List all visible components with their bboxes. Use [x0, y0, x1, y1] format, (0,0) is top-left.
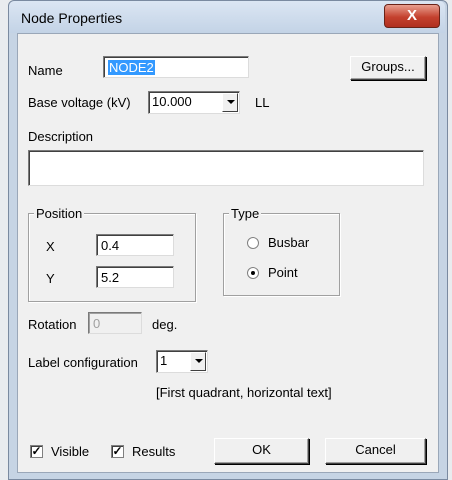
- label-config-value: 1: [160, 353, 168, 368]
- close-button[interactable]: X: [384, 4, 440, 28]
- visible-label[interactable]: Visible: [51, 444, 89, 459]
- results-label[interactable]: Results: [132, 444, 175, 459]
- y-input[interactable]: 5.2: [96, 266, 174, 288]
- name-label: Name: [28, 63, 63, 78]
- close-icon: X: [406, 7, 417, 24]
- cancel-button[interactable]: Cancel: [325, 438, 426, 464]
- ok-button[interactable]: OK: [214, 438, 309, 464]
- dialog-title: Node Properties: [21, 10, 123, 26]
- point-radio[interactable]: [247, 267, 259, 279]
- busbar-label[interactable]: Busbar: [268, 235, 309, 250]
- x-input[interactable]: 0.4: [96, 234, 174, 256]
- rotation-input: 0: [88, 312, 142, 334]
- y-label: Y: [46, 271, 55, 286]
- dialog-body: Name NODE2 Groups... Base voltage (kV) 1…: [17, 33, 439, 473]
- name-input[interactable]: NODE2: [103, 56, 249, 78]
- title-bar[interactable]: Node Properties X: [9, 1, 445, 33]
- rotation-label: Rotation: [28, 317, 77, 332]
- position-group-title: Position: [34, 206, 85, 221]
- type-group-title: Type: [229, 206, 262, 221]
- label-config-hint: [First quadrant, horizontal text]: [156, 385, 332, 400]
- description-label: Description: [28, 129, 94, 144]
- point-label[interactable]: Point: [268, 265, 298, 280]
- label-config-label: Label configuration: [28, 355, 138, 370]
- base-voltage-combo[interactable]: 10.000: [148, 91, 240, 114]
- voltage-suffix: LL: [255, 95, 270, 110]
- chevron-down-icon[interactable]: [190, 352, 206, 371]
- rotation-unit: deg.: [152, 317, 178, 332]
- x-label: X: [46, 239, 55, 254]
- position-group: [28, 213, 196, 302]
- chevron-down-icon[interactable]: [222, 93, 238, 112]
- description-input[interactable]: [28, 150, 424, 186]
- type-group: [223, 213, 340, 296]
- node-properties-dialog: Node Properties X Name NODE2 Groups... B…: [8, 0, 448, 480]
- visible-checkbox[interactable]: ✓: [30, 445, 43, 458]
- base-voltage-label: Base voltage (kV): [28, 95, 131, 110]
- checkmark-icon: ✓: [112, 444, 123, 458]
- base-voltage-value: 10.000: [152, 94, 192, 109]
- busbar-radio[interactable]: [247, 237, 259, 249]
- label-config-combo[interactable]: 1: [156, 350, 208, 373]
- checkmark-icon: ✓: [31, 444, 42, 458]
- results-checkbox[interactable]: ✓: [111, 445, 124, 458]
- groups-button[interactable]: Groups...: [350, 56, 426, 80]
